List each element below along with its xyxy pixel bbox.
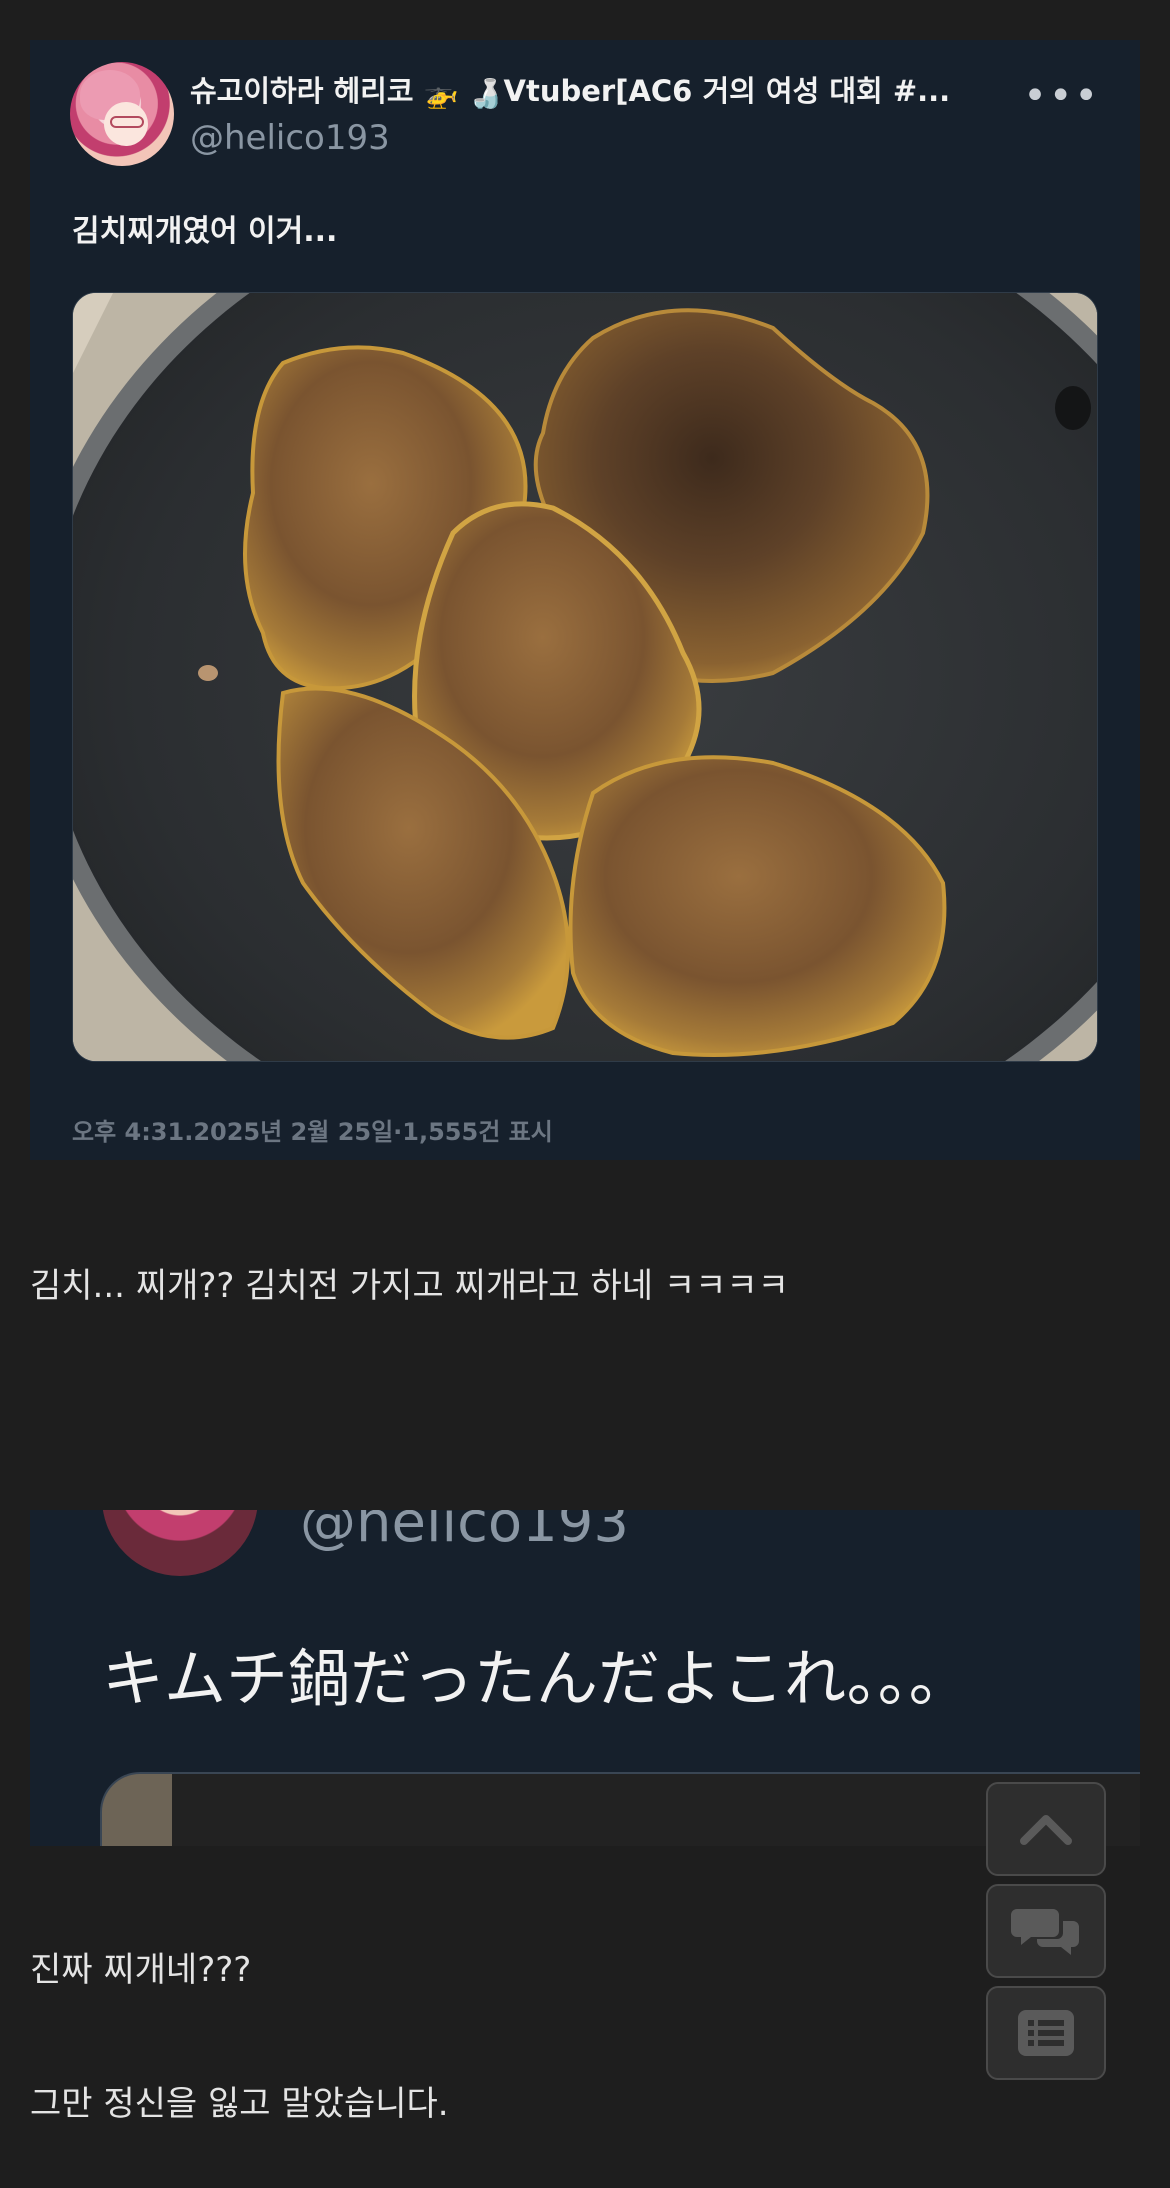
tweet-timestamp[interactable]: 오후 4:31.2025년 2월 25일·1,555건 표시 [72,1112,553,1147]
display-name[interactable]: 슈고이하라 헤리코 🚁 🍶Vtuber[AC6 거의 여성 대회 #... [190,68,950,110]
frying-pan-photo [73,293,1097,1061]
tweet-text: キムチ鍋だったんだよこれ。。。 [102,1642,971,1715]
comments-button[interactable] [986,1884,1106,1978]
tweet-text: 김치찌개였어 이거... [72,214,338,249]
tweet-photo[interactable] [72,292,1098,1062]
user-handle: @helico193 [300,1510,629,1555]
more-horizontal-icon[interactable]: ••• [1023,76,1100,116]
display-name-text: 슈고이하라 헤리코 [190,74,414,108]
user-handle[interactable]: @helico193 [190,118,390,158]
tweet-photo [100,1772,1140,1846]
scroll-top-button[interactable] [986,1782,1106,1876]
helicopter-icon: 🚁 [423,76,459,110]
comment-text: 진짜 찌개네??? [30,1950,252,1990]
avatar [102,1510,258,1576]
list-button[interactable] [986,1986,1106,2080]
comments-icon [1011,1909,1079,1955]
comment-text: 그만 정신을 잃고 말았습니다. [30,2084,449,2124]
embedded-tweet[interactable]: 슈고이하라 헤리코 🚁 🍶Vtuber[AC6 거의 여성 대회 #... @h… [30,40,1140,1160]
list-icon [1018,2010,1074,2056]
avatar[interactable] [70,62,174,166]
chevron-up-icon [1020,1815,1072,1845]
sake-icon: 🍶 [468,76,504,110]
comment-text: 김치... 찌개?? 김치전 가지고 찌개라고 하네 ㅋㅋㅋㅋ [30,1266,789,1306]
embedded-tweet-crop: @helico193 キムチ鍋だったんだよこれ。。。 [30,1510,1140,1846]
avatar-glasses [110,116,144,128]
display-name-suffix: Vtuber[AC6 거의 여성 대회 #... [503,74,950,108]
